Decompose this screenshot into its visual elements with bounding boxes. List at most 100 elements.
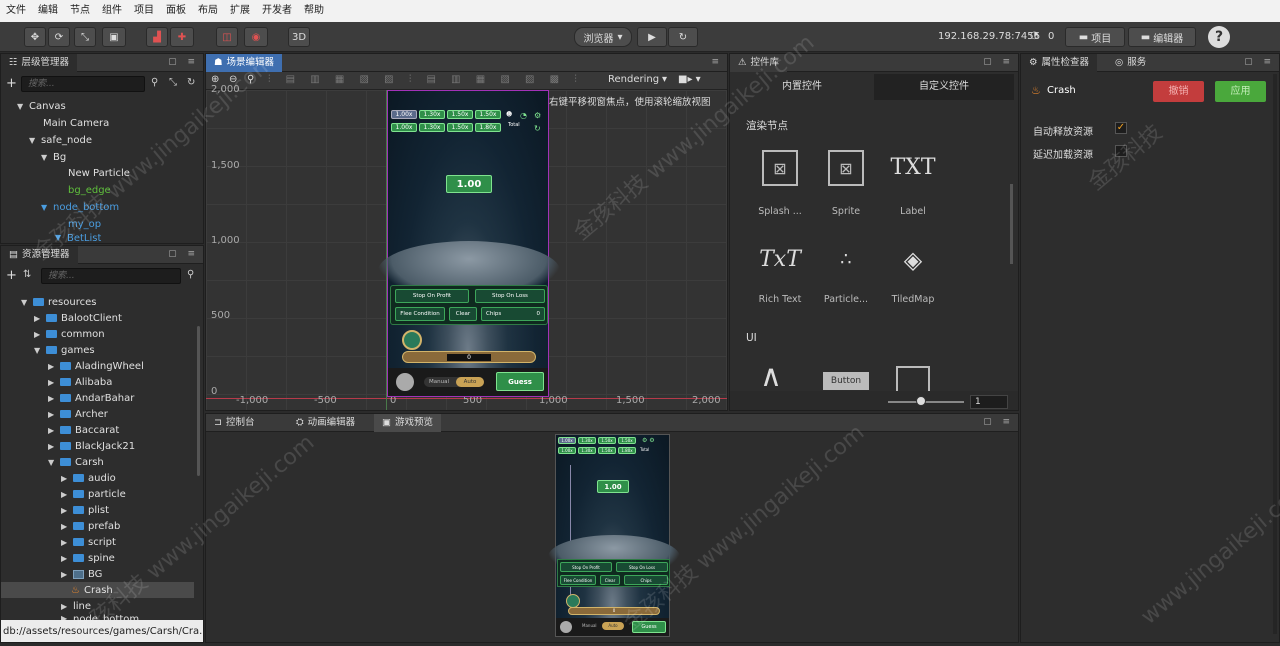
editor-button[interactable]: ▬ 编辑器 <box>1128 27 1196 47</box>
chip-icon[interactable] <box>402 330 422 350</box>
flee-condition-field[interactable]: Flee Condition <box>395 307 445 321</box>
mode-toggle[interactable]: Manual Auto <box>424 377 484 387</box>
zoom-slider-handle[interactable] <box>916 396 926 406</box>
list-item[interactable]: New Particle <box>68 165 130 181</box>
odds-chip[interactable]: 1.30x <box>578 447 596 454</box>
tab-scene-editor[interactable]: ☗ 场景编辑器 <box>206 54 283 72</box>
local-pivot-icon[interactable]: ▟ <box>146 27 168 47</box>
list-item[interactable]: ▼ safe_node <box>29 132 92 148</box>
menu-panel[interactable]: 面板 <box>160 0 192 22</box>
list-item[interactable]: ▶ common <box>34 326 105 342</box>
list-item[interactable]: ▶ BlackJack21 <box>48 438 135 454</box>
stop-on-profit-field[interactable]: Stop On Profit <box>395 289 469 303</box>
menu-file[interactable]: 文件 <box>0 0 32 22</box>
tab-preview[interactable]: ▣ 游戏预览 <box>374 414 441 432</box>
bet-amount-bar[interactable]: 0 <box>568 607 660 615</box>
odds-chip[interactable]: 1.00x <box>558 437 576 444</box>
list-item[interactable]: ▶ prefab <box>61 518 120 534</box>
menu-node[interactable]: 节点 <box>64 0 96 22</box>
odds-chip[interactable]: 1.00x <box>391 123 417 132</box>
list-item[interactable]: ▼ Canvas <box>17 98 66 114</box>
manual-option[interactable]: Manual <box>582 623 597 628</box>
avatar[interactable] <box>396 373 414 391</box>
list-item[interactable]: ▶ audio <box>61 470 116 486</box>
layout-widget-icon[interactable] <box>896 366 930 392</box>
odds-chip[interactable]: 1.80x <box>475 123 501 132</box>
sort-icon[interactable]: ⇅ <box>23 269 31 280</box>
list-item[interactable]: ▶ AladingWheel <box>48 358 144 374</box>
list-item[interactable]: my_op <box>68 216 101 232</box>
tab-inspector[interactable]: ⚙ 属性检查器 <box>1021 54 1098 72</box>
scrollbar[interactable] <box>197 326 200 476</box>
rotate-tool-icon[interactable]: ⟳ <box>48 27 70 47</box>
widget-sprite[interactable]: ⊠ Sprite <box>816 150 876 217</box>
tab-widget-library[interactable]: ⚠ 控件库 <box>730 54 788 72</box>
refresh-icon[interactable]: ↻ <box>187 77 195 88</box>
menu-edit[interactable]: 编辑 <box>32 0 64 22</box>
tab-custom[interactable]: 自定义控件 <box>874 74 1014 100</box>
snap-icon[interactable]: ◫ <box>216 27 238 47</box>
chip-icon[interactable] <box>566 594 580 608</box>
lazy-load-checkbox[interactable] <box>1115 145 1127 157</box>
widget-richtext[interactable]: TxT Rich Text <box>750 242 810 305</box>
tab-console[interactable]: ⊐ 控制台 <box>206 414 262 432</box>
refresh-button[interactable]: ↻ <box>668 27 698 47</box>
flee-condition-field[interactable]: Flee Condition <box>560 575 596 585</box>
stop-on-profit-field[interactable]: Stop On Profit <box>560 562 612 572</box>
odds-chip[interactable]: 1.50x <box>447 123 473 132</box>
clear-button[interactable]: Clear <box>449 307 477 321</box>
refresh-icon[interactable]: ↻ <box>534 124 541 133</box>
move-tool-icon[interactable]: ✥ <box>24 27 46 47</box>
bet-amount-bar[interactable]: 0 <box>402 351 536 363</box>
zoom-slider[interactable] <box>888 401 964 403</box>
panel-menu-icon[interactable]: ≡ <box>711 57 723 67</box>
list-item[interactable]: ▼ node_bottom <box>41 199 119 215</box>
hierarchy-search-input[interactable]: 搜索... <box>21 76 145 92</box>
odds-chip[interactable]: 1.50x <box>598 447 616 454</box>
odds-chip[interactable]: 1.00x <box>391 110 417 119</box>
auto-release-checkbox[interactable]: ✓ <box>1115 122 1127 134</box>
tab-service[interactable]: ◎ 服务 <box>1107 54 1154 72</box>
widget-splash[interactable]: ⊠ Splash ... <box>750 150 810 217</box>
panel-menu-icon[interactable]: ▢ ≡ <box>168 249 199 259</box>
list-item[interactable]: ▶ line <box>61 598 91 614</box>
revert-button[interactable]: 撤销 <box>1153 81 1204 102</box>
guess-button[interactable]: Guess <box>496 372 544 391</box>
guess-button[interactable]: Guess <box>632 621 666 633</box>
odds-chip[interactable]: 1.00x <box>558 447 576 454</box>
browser-select[interactable]: 浏览器 ▾ <box>574 27 632 47</box>
list-item[interactable]: ▶ particle <box>61 486 126 502</box>
panel-menu-icon[interactable]: ▢ ≡ <box>983 57 1014 67</box>
list-item[interactable]: ▼ Carsh <box>48 454 104 470</box>
clock-icon[interactable]: ◔ <box>520 111 527 120</box>
odds-chip[interactable]: 1.30x <box>578 437 596 444</box>
settings-icon[interactable]: ⚙ ⚙ <box>642 437 655 444</box>
game-canvas[interactable]: 1.00x 1.30x 1.50x 1.50x 1.00x 1.30x 1.50… <box>378 90 560 397</box>
play-button[interactable]: ▶ <box>637 27 667 47</box>
auto-option[interactable]: Auto <box>602 622 624 630</box>
scrollbar[interactable] <box>1010 184 1013 264</box>
odds-chip[interactable]: 1.50x <box>618 437 636 444</box>
list-item[interactable]: ▼ resources <box>21 294 96 310</box>
odds-chip[interactable]: 1.50x <box>475 110 501 119</box>
odds-chip[interactable]: 1.50x <box>447 110 473 119</box>
list-item[interactable]: ▼ BetList <box>55 233 101 243</box>
menu-layout[interactable]: 布局 <box>192 0 224 22</box>
zoom-input[interactable]: 1 <box>970 395 1008 409</box>
list-item[interactable]: ▶ BalootClient <box>34 310 122 326</box>
search-icon[interactable]: ⚲ <box>187 269 194 280</box>
odds-chip[interactable]: 1.30x <box>419 123 445 132</box>
list-item[interactable]: ▶ Alibaba <box>48 374 112 390</box>
tab-builtin[interactable]: 内置控件 <box>732 74 872 100</box>
scrollbar[interactable] <box>1273 74 1277 634</box>
list-item[interactable]: ▶ Baccarat <box>48 422 119 438</box>
add-icon[interactable]: + <box>6 268 17 283</box>
add-icon[interactable]: + <box>6 76 17 91</box>
list-item[interactable]: ▶ spine <box>61 550 115 566</box>
widget-tiledmap[interactable]: ◈ TiledMap <box>883 242 943 305</box>
list-item[interactable]: ▶ BG <box>61 566 102 582</box>
auto-option[interactable]: Auto <box>456 377 484 387</box>
manual-option[interactable]: Manual <box>429 379 449 385</box>
odds-chip[interactable]: 1.30x <box>419 110 445 119</box>
list-item[interactable]: ▼ games <box>34 342 95 358</box>
